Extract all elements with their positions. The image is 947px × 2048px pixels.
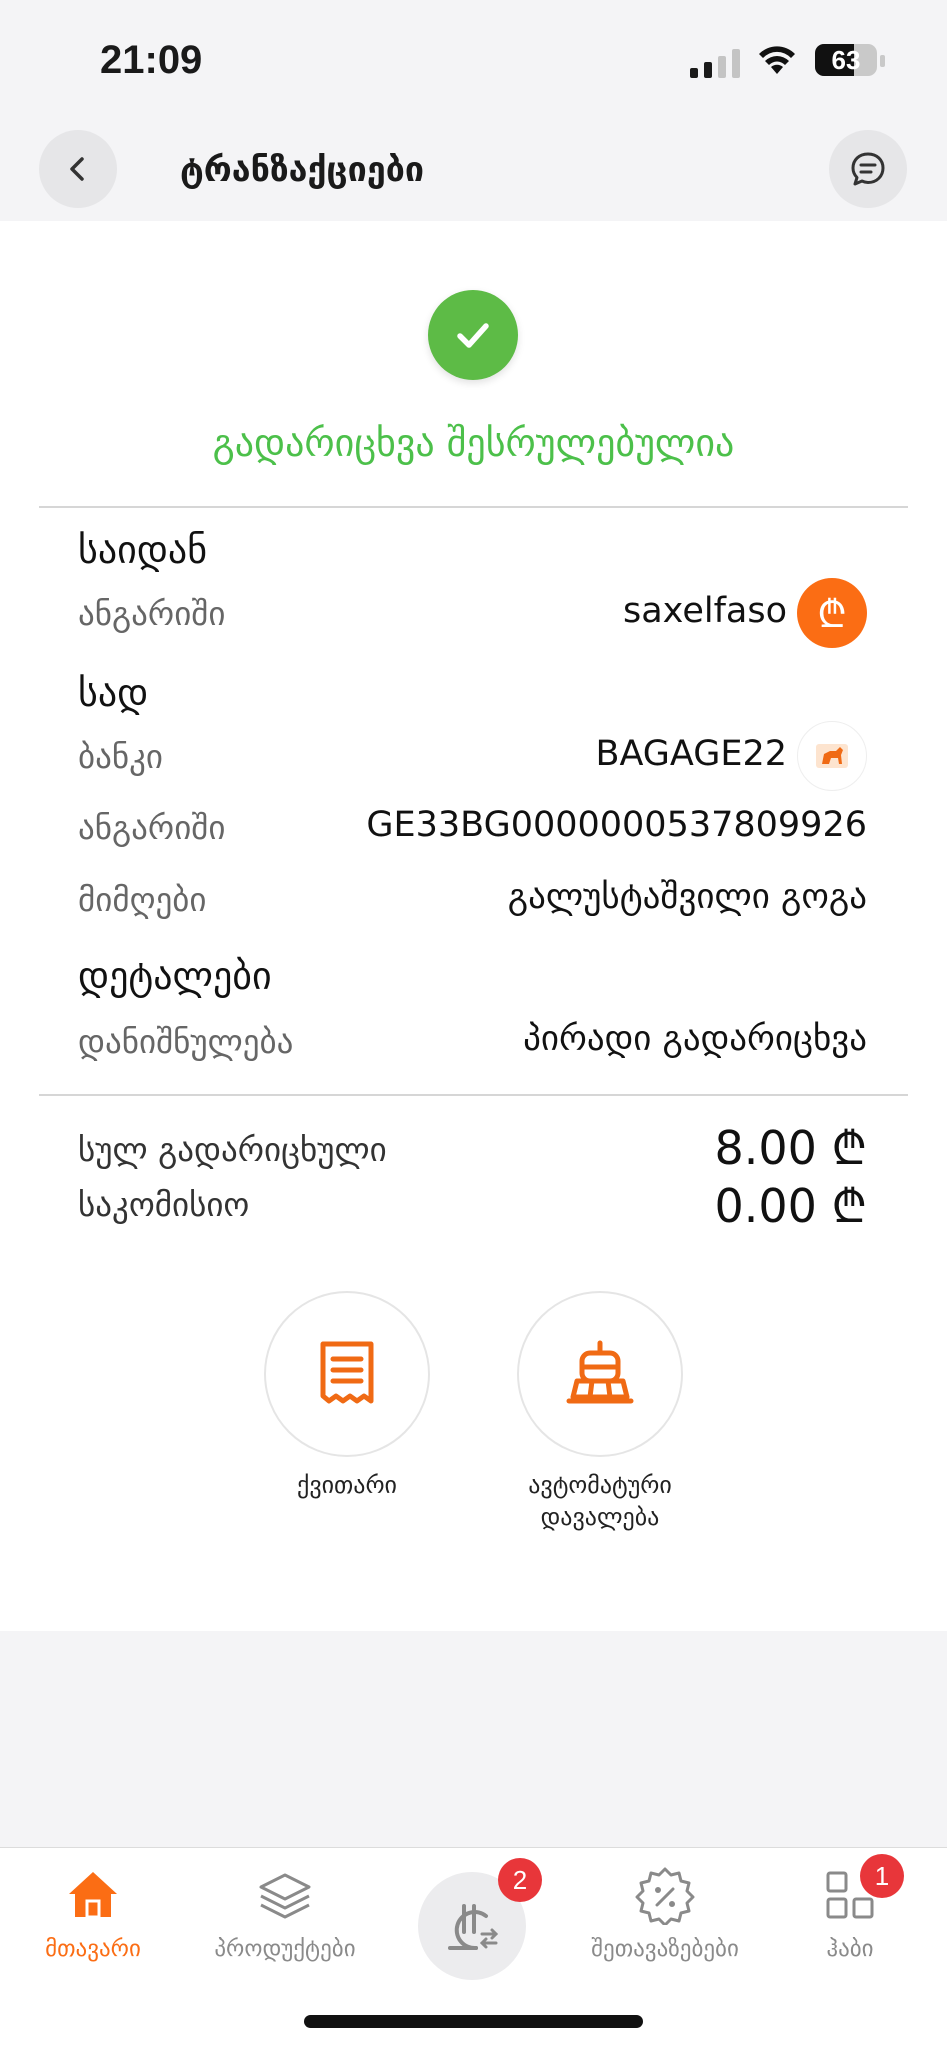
discount-icon: [635, 1867, 695, 1925]
transfer-badge: 2: [498, 1858, 542, 1902]
from-account-label: ანგარიში: [78, 594, 226, 633]
lari-transfer-icon: [448, 1904, 499, 1951]
back-button[interactable]: [39, 130, 117, 208]
home-icon: [69, 1872, 117, 1919]
nav-item-home[interactable]: მთავარი: [28, 1864, 158, 1962]
from-account-value: saxelfaso: [623, 591, 787, 631]
wifi-icon: [759, 46, 795, 74]
success-check-icon: [428, 290, 518, 380]
automatic-task-button[interactable]: ავტომატური დავალება: [517, 1291, 683, 1533]
home-indicator: [304, 2015, 643, 2028]
page-title: ტრანზაქციები: [180, 150, 425, 190]
signal-icon: [690, 48, 740, 78]
total-amount: 8.00 ₾: [714, 1121, 867, 1175]
transaction-card: გადარიცხვა შესრულებულია საიდან ანგარიში …: [0, 221, 947, 1631]
bank-logo-icon: [797, 721, 867, 791]
status-time: 21:09: [100, 38, 203, 82]
fee-label: საკომისიო: [78, 1185, 250, 1224]
from-heading: საიდან: [78, 528, 208, 572]
success-message: გადარიცხვა შესრულებულია: [212, 421, 735, 465]
battery-icon: 63: [815, 44, 877, 76]
hub-badge: 1: [860, 1854, 904, 1898]
robot-icon: [566, 1340, 634, 1404]
total-label: სულ გადარიცხული: [78, 1130, 387, 1169]
to-heading: სად: [78, 671, 149, 715]
purpose-value: პირადი გადარიცხვა: [523, 1019, 867, 1059]
fee-amount: 0.00 ₾: [714, 1179, 867, 1233]
status-bar: 21:09 63: [0, 0, 947, 120]
chat-icon: [851, 152, 885, 186]
nav-label-products: პროდუქტები: [214, 1936, 356, 1962]
battery-level: 63: [831, 45, 861, 75]
details-heading: დეტალები: [78, 954, 272, 998]
chevron-left-icon: [70, 157, 84, 181]
receipt-button[interactable]: ქვითარი: [264, 1291, 430, 1501]
divider: [39, 506, 908, 508]
chat-button[interactable]: [829, 130, 907, 208]
nav-item-offers[interactable]: შეთავაზებები: [570, 1864, 760, 1962]
bank-label: ბანკი: [78, 737, 163, 776]
recipient-label: მიმღები: [78, 880, 207, 919]
header: ტრანზაქციები: [0, 120, 947, 220]
bank-value: BAGAGE22: [595, 734, 787, 774]
purpose-label: დანიშნულება: [78, 1022, 294, 1061]
nav-item-products[interactable]: პროდუქტები: [190, 1864, 380, 1962]
automatic-task-label-line1: ავტომატური: [528, 1471, 672, 1499]
lari-icon: ₾: [797, 578, 867, 648]
divider: [39, 1094, 908, 1096]
to-account-value: GE33BG0000000537809926: [366, 805, 867, 845]
layers-icon: [259, 1873, 311, 1919]
nav-label-home: მთავარი: [45, 1936, 141, 1962]
lari-symbol: ₾: [817, 592, 847, 636]
recipient-value: გალუსტაშვილი გოგა: [507, 877, 867, 917]
receipt-icon: [320, 1341, 374, 1404]
nav-label-offers: შეთავაზებები: [591, 1936, 739, 1962]
receipt-label: ქვითარი: [297, 1471, 397, 1499]
nav-label-hub: ჰაბი: [826, 1936, 874, 1962]
automatic-task-label-line2: დავალება: [540, 1503, 660, 1531]
to-account-label: ანგარიში: [78, 808, 226, 847]
